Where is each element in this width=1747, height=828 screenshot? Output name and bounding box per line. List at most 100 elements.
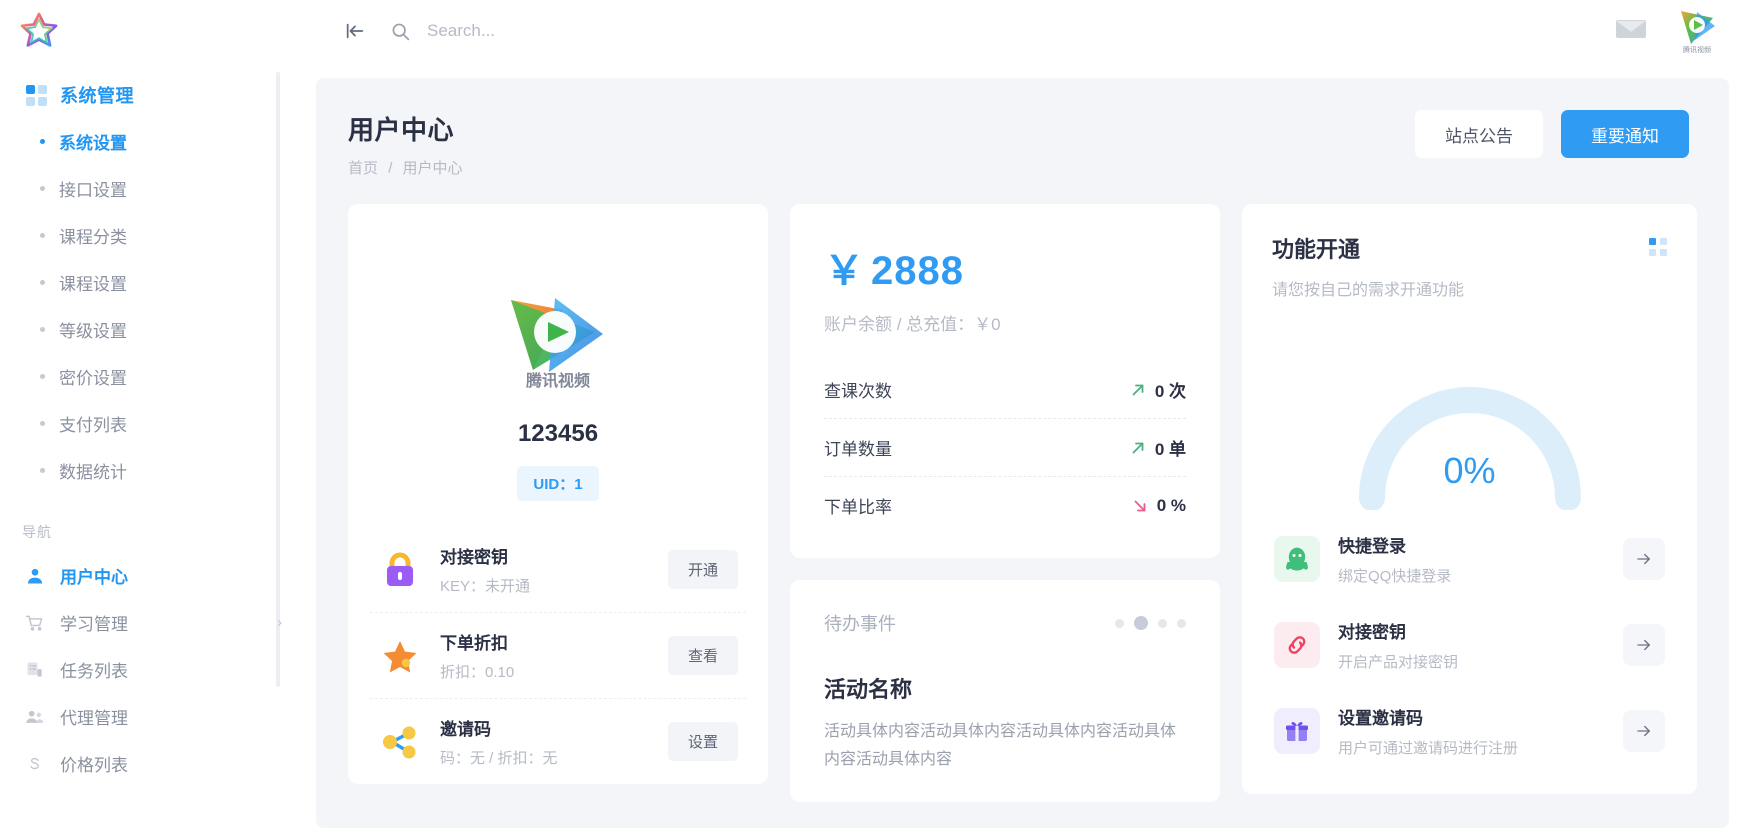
sidebar-item-price-list[interactable]: 价格列表	[0, 740, 308, 787]
set-invite-code-button[interactable]: 设置	[668, 722, 738, 761]
search-box[interactable]	[390, 21, 787, 42]
stat-label: 订单数量	[824, 435, 892, 460]
list-item[interactable]: 下单折扣 折扣：0.10 查看	[370, 612, 746, 698]
list-item-title: 快捷登录	[1338, 532, 1605, 557]
todo-event-desc: 活动具体内容活动具体内容活动具体内容活动具体内容活动具体内容	[824, 718, 1186, 774]
carousel-dot[interactable]	[1177, 619, 1186, 628]
balance-column: ￥2888 账户余额 / 总充值：￥0 查课次数 0 次	[790, 204, 1220, 802]
carousel-dot[interactable]	[1158, 619, 1167, 628]
list-item[interactable]: 对接密钥 开启产品对接密钥	[1272, 602, 1667, 688]
sidebar-nav-caption: 导航	[0, 494, 308, 552]
collapse-sidebar-button[interactable]	[338, 14, 372, 48]
list-item-title: 下单折扣	[440, 634, 508, 653]
bullet-icon	[40, 280, 45, 285]
carousel-dot-active[interactable]	[1134, 616, 1148, 630]
sidebar-item-course-category[interactable]: 课程分类	[0, 212, 308, 259]
sidebar-item-level-settings[interactable]: 等级设置	[0, 306, 308, 353]
list-item-title: 对接密钥	[1338, 618, 1605, 643]
sidebar-main-label: 任务列表	[60, 657, 128, 682]
sidebar-item-data-statistics[interactable]: 数据统计	[0, 447, 308, 494]
list-item-subtitle: 开启产品对接密钥	[1338, 651, 1605, 672]
activation-gauge: 0%	[1272, 300, 1667, 510]
sidebar-sub-label: 课程分类	[59, 223, 127, 248]
app-logo[interactable]	[0, 0, 308, 62]
todo-title: 待办事件	[824, 610, 896, 636]
page-content: 用户中心 首页 / 用户中心 站点公告 重要通知	[316, 78, 1729, 828]
sidebar-sub-label: 等级设置	[59, 317, 127, 342]
mini-grid-icon[interactable]	[1649, 238, 1667, 256]
share-icon	[378, 720, 422, 764]
carousel-dot[interactable]	[1115, 619, 1124, 628]
functions-list: 快捷登录 绑定QQ快捷登录	[1272, 516, 1667, 774]
cart-icon	[24, 612, 46, 634]
profile-uid-row: UID：1	[370, 448, 746, 501]
sidebar-item-study-management[interactable]: 学习管理 ›	[0, 599, 308, 646]
view-discount-button[interactable]: 查看	[668, 636, 738, 675]
list-item-subtitle: 绑定QQ快捷登录	[1338, 565, 1605, 586]
sidebar-item-payment-list[interactable]: 支付列表	[0, 400, 308, 447]
sidebar-item-agent-management[interactable]: 代理管理	[0, 693, 308, 740]
stat-label: 下单比率	[824, 493, 892, 518]
sidebar-item-course-settings[interactable]: 课程设置	[0, 259, 308, 306]
currency-symbol: ￥	[824, 249, 865, 293]
list-item[interactable]: 邀请码 码：无 / 折扣：无 设置	[370, 698, 746, 784]
sidebar-sub-label: 课程设置	[59, 270, 127, 295]
arrow-up-right-icon	[1130, 440, 1146, 456]
list-item[interactable]: 设置邀请码 用户可通过邀请码进行注册	[1272, 688, 1667, 774]
sidebar-item-task-list[interactable]: 任务列表	[0, 646, 308, 693]
activate-key-button[interactable]: 开通	[668, 550, 738, 589]
page-header-actions: 站点公告 重要通知	[1415, 110, 1689, 158]
arrow-down-right-icon	[1132, 498, 1148, 514]
tencent-video-logo-icon: 腾讯视频	[499, 286, 617, 396]
api-key-arrow-button[interactable]	[1623, 624, 1665, 666]
page-header-text: 用户中心 首页 / 用户中心	[348, 110, 463, 178]
site-announcement-button[interactable]: 站点公告	[1415, 110, 1543, 158]
breadcrumb-home[interactable]: 首页	[348, 160, 378, 177]
functions-title: 功能开通	[1272, 232, 1464, 264]
breadcrumb: 首页 / 用户中心	[348, 157, 463, 178]
sidebar-sub-label: 数据统计	[59, 458, 127, 483]
topbar-right: 腾讯视频	[1615, 6, 1731, 56]
quick-login-arrow-button[interactable]	[1623, 538, 1665, 580]
list-item[interactable]: 对接密钥 KEY：未开通 开通	[370, 527, 746, 612]
tencent-video-avatar-icon: 腾讯视频	[1675, 6, 1719, 56]
profile-card: 腾讯视频 123456 UID：1	[348, 204, 768, 784]
search-input[interactable]	[427, 21, 787, 41]
stat-row: 订单数量 0 单	[824, 418, 1186, 476]
bullet-icon	[40, 468, 45, 473]
list-item-subtitle: 用户可通过邀请码进行注册	[1338, 737, 1605, 758]
svg-text:腾讯视频: 腾讯视频	[526, 371, 590, 390]
sidebar-main-label: 学习管理	[60, 610, 128, 635]
carousel-dots[interactable]	[1115, 616, 1186, 630]
sidebar-item-system-settings[interactable]: 系统设置	[0, 118, 308, 165]
user-icon	[24, 565, 46, 587]
sidebar-item-price-settings[interactable]: 密价设置	[0, 353, 308, 400]
mail-icon[interactable]	[1615, 18, 1647, 45]
breadcrumb-separator: /	[388, 160, 392, 177]
functions-column: 功能开通 请您按自己的需求开通功能 0%	[1242, 204, 1697, 794]
app-root: 系统管理 系统设置 接口设置 课程分类 课程设置 等级设置	[0, 0, 1747, 828]
agents-icon	[24, 706, 46, 728]
sidebar-item-api-settings[interactable]: 接口设置	[0, 165, 308, 212]
sidebar-group-system[interactable]: 系统管理	[0, 72, 308, 118]
page-header: 用户中心 首页 / 用户中心 站点公告 重要通知	[316, 78, 1729, 178]
sidebar-item-user-center[interactable]: 用户中心	[0, 552, 308, 599]
functions-header-text: 功能开通 请您按自己的需求开通功能	[1272, 232, 1464, 300]
topbar: 腾讯视频	[308, 0, 1747, 62]
sidebar-sub-label: 接口设置	[59, 176, 127, 201]
list-item-subtitle: 码：无 / 折扣：无	[440, 747, 650, 768]
list-item[interactable]: 快捷登录 绑定QQ快捷登录	[1272, 516, 1667, 602]
grid-icon	[26, 85, 47, 106]
list-item-title: 设置邀请码	[1338, 704, 1605, 729]
list-item-title: 对接密钥	[440, 548, 508, 567]
stat-value: 0 次	[1155, 377, 1186, 402]
important-notice-button[interactable]: 重要通知	[1561, 110, 1689, 158]
stat-value-wrap: 0 次	[1130, 377, 1186, 402]
stat-row: 查课次数 0 次	[824, 361, 1186, 418]
bullet-icon	[40, 139, 45, 144]
svg-text:腾讯视频: 腾讯视频	[1683, 45, 1711, 54]
sidebar-group-label: 系统管理	[60, 82, 134, 108]
avatar[interactable]: 腾讯视频	[1675, 6, 1719, 56]
task-list-icon	[24, 659, 46, 681]
invite-code-arrow-button[interactable]	[1623, 710, 1665, 752]
